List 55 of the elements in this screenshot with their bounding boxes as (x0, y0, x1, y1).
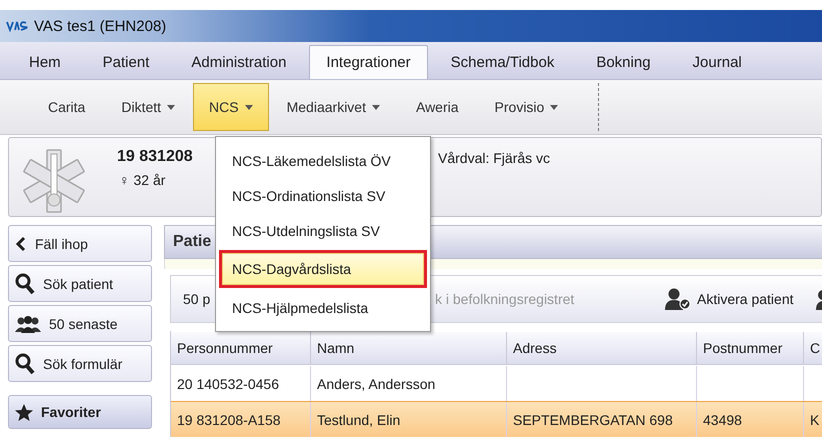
menu-item[interactable]: NCS-Ordinationslista SV (219, 178, 427, 213)
patient-age: 32 år (134, 172, 166, 188)
sidebar-label: Favoriter (41, 404, 101, 420)
patient-id: 19 831208 (117, 148, 193, 166)
menu-tab[interactable]: Bokning (575, 45, 672, 79)
sidebar-button[interactable]: Sök formulär (8, 345, 152, 382)
sidebar-label: Sök formulär (43, 356, 122, 372)
female-sign: ♀ (119, 172, 130, 188)
menu-tab[interactable]: Schema/Tidbok (430, 45, 576, 79)
sidebar-label: Sök patient (43, 276, 114, 292)
person-check-icon (665, 288, 691, 310)
sidebar-button[interactable]: Favoriter (8, 395, 152, 429)
search-icon (15, 352, 35, 374)
people-icon (15, 314, 41, 332)
menu-tab[interactable]: Hem (8, 45, 82, 79)
menu-item[interactable]: NCS-Läkemedelslista ÖV (219, 143, 427, 178)
column-header[interactable]: Postnummer (697, 332, 804, 365)
column-header[interactable]: Adress (507, 332, 697, 365)
menu-tab[interactable]: Integrationer (309, 45, 428, 79)
activate-patient-button[interactable]: Aktivera patient (665, 288, 794, 310)
sidebar-label: Fäll ihop (35, 236, 88, 252)
table-row[interactable]: 19 831208-A158 Testlund, Elin SEPTEMBERGATAN 698 43498 K (171, 401, 822, 437)
table-cell: Anders, Andersson (317, 376, 436, 392)
sidebar-button[interactable]: Sök patient (8, 265, 152, 302)
column-header[interactable]: Namn (311, 332, 507, 365)
menu-item[interactable]: NCS-Dagvårdslista (219, 250, 427, 288)
column-header[interactable]: Personnummer (171, 332, 311, 365)
ribbon-button[interactable]: Diktett (103, 83, 194, 131)
chevron-left-icon (15, 236, 27, 252)
table-cell: 19 831208-A158 (177, 412, 281, 428)
menu-tab[interactable]: Administration (170, 45, 308, 79)
star-icon (15, 404, 33, 420)
menu-tab[interactable]: Patient (82, 45, 170, 79)
column-header[interactable]: C (804, 332, 822, 365)
window-title: VAS tes1 (EHN208) (34, 18, 166, 34)
table-cell: 43498 (703, 412, 742, 428)
table-cell: K (810, 412, 820, 428)
table-cell: Testlund, Elin (317, 412, 400, 428)
ribbon-button[interactable]: NCS (193, 83, 269, 131)
ribbon-button[interactable]: Provisio (476, 83, 576, 131)
ribbon-button[interactable]: Carita (30, 83, 104, 131)
ribbon-button[interactable]: Aweria (398, 83, 477, 131)
table-cell: 20 140532-0456 (177, 376, 279, 392)
menu-tab[interactable]: Journal (672, 45, 763, 79)
menu-item[interactable]: NCS-Hjälpmedelslista (219, 290, 427, 325)
logo-icon (6, 20, 28, 32)
sidebar-label: 50 senaste (49, 316, 118, 332)
result-count: 50 p (183, 291, 210, 307)
star-of-life-icon (21, 148, 87, 214)
sidebar-button[interactable]: Fäll ihop (8, 225, 152, 262)
ribbon-button[interactable]: Mediaarkivet (268, 83, 398, 131)
vardval-text: Vårdval: Fjärås vc (438, 150, 550, 166)
sidebar-button[interactable]: 50 senaste (8, 305, 152, 342)
table-cell: SEPTEMBERGATAN 698 (513, 412, 673, 428)
search-icon (15, 272, 35, 294)
